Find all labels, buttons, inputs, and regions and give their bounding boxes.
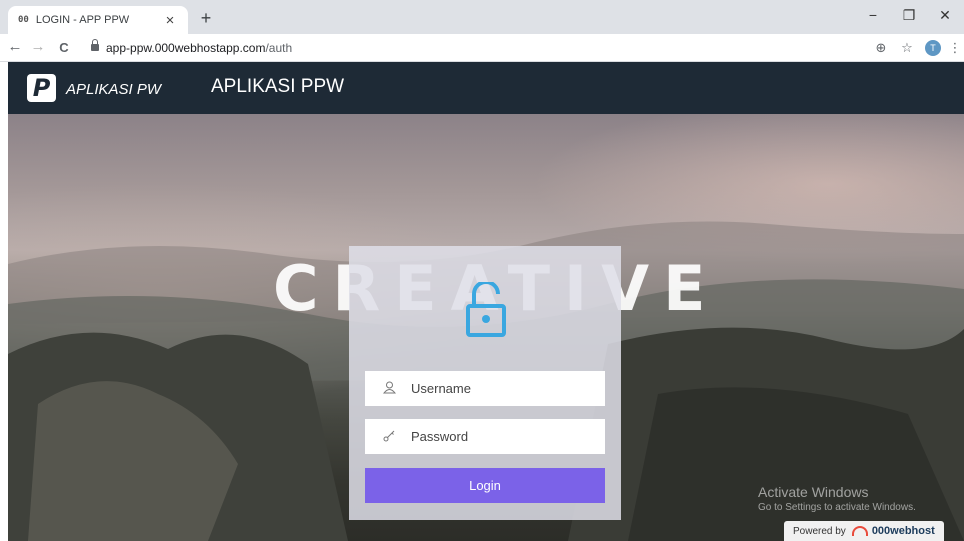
hero-background: CREATIVE Login (8, 114, 964, 541)
page-title: APLIKASI PPW (211, 76, 345, 97)
favicon-icon: 00 (18, 15, 29, 25)
forward-icon[interactable]: → (29, 38, 47, 55)
powered-host: 000webhost (871, 525, 935, 537)
login-button[interactable]: Login (365, 468, 605, 503)
login-panel: Login (349, 246, 621, 520)
watermark-title: Activate Windows (758, 484, 869, 500)
username-row (365, 371, 605, 406)
unlock-icon (466, 282, 506, 337)
url-domain: app-ppw.000webhostapp.com (106, 41, 266, 55)
navbar: P APLIKASI PW APLIKASI PPW (8, 62, 964, 114)
reload-icon[interactable]: C (55, 40, 73, 55)
page: P APLIKASI PW APLIKASI PPW CREATIVE (8, 62, 964, 541)
new-tab-icon[interactable]: + (196, 8, 216, 29)
minimize-icon[interactable]: − (864, 7, 882, 23)
url-field[interactable]: app-ppw.000webhostapp.com/auth (106, 41, 292, 55)
brand-name[interactable]: APLIKASI PW (66, 81, 161, 98)
restore-icon[interactable]: ❐ (900, 7, 918, 24)
zoom-icon[interactable]: ⊕ (873, 40, 889, 56)
powered-by-badge[interactable]: Powered by 000webhost (784, 521, 944, 541)
key-icon (383, 429, 403, 445)
watermark-subtitle: Go to Settings to activate Windows. (758, 502, 916, 513)
bookmark-star-icon[interactable]: ☆ (899, 40, 915, 56)
webhost-logo-icon (851, 526, 868, 536)
address-bar: ← → C app-ppw.000webhostapp.com/auth ⊕ ☆… (0, 34, 964, 62)
url-path: /auth (265, 41, 293, 55)
profile-avatar[interactable]: T (925, 40, 941, 56)
back-icon[interactable]: ← (6, 38, 24, 55)
windows-activation-watermark: Activate Windows Go to Settings to activ… (758, 484, 916, 513)
user-icon (382, 381, 403, 397)
secure-lock-icon (91, 39, 99, 51)
password-input[interactable] (403, 420, 605, 453)
password-row (365, 419, 605, 454)
powered-prefix: Powered by (793, 525, 846, 537)
close-tab-icon[interactable]: × (162, 12, 178, 29)
close-window-icon[interactable]: ✕ (936, 7, 954, 24)
username-input[interactable] (403, 372, 605, 405)
browser-tab[interactable]: 00 LOGIN - APP PPW × (8, 6, 188, 34)
tab-title: LOGIN - APP PPW (35, 14, 130, 26)
brand-logo[interactable]: P (27, 74, 56, 102)
browser-tabbar: 00 LOGIN - APP PPW × + − ❐ ✕ (0, 0, 964, 34)
menu-icon[interactable]: ⋮ (947, 40, 963, 56)
